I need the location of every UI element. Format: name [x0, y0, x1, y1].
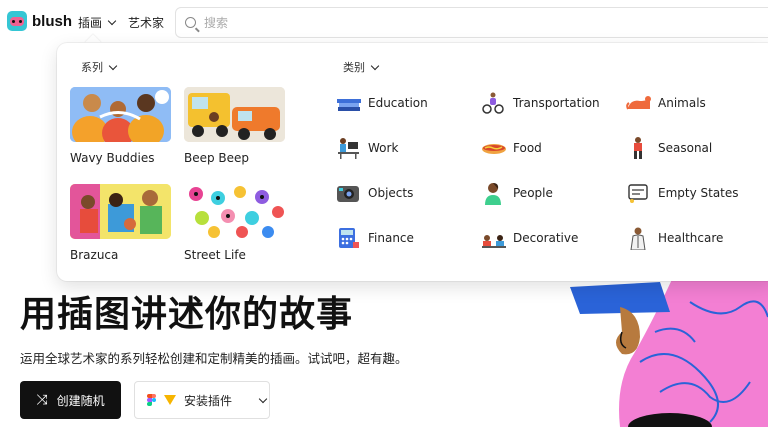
hero-illustration	[560, 262, 768, 427]
series-name: Street Life	[184, 248, 246, 262]
series-card-street-life[interactable]: Street Life	[184, 184, 286, 262]
hero-title: 用插图讲述你的故事	[20, 294, 354, 335]
category-heading[interactable]: 类别	[343, 59, 380, 75]
nav-artists-label: 艺术家	[128, 16, 165, 30]
install-plugin-button[interactable]: 安装插件	[134, 381, 270, 419]
empty-state-icon	[626, 181, 650, 205]
brand-logo[interactable]: blush	[7, 11, 72, 31]
category-empty-states[interactable]: Empty States	[626, 180, 739, 206]
category-transportation[interactable]: Transportation	[481, 90, 600, 116]
series-thumbnail	[70, 87, 171, 142]
category-label: Seasonal	[658, 141, 713, 155]
category-work[interactable]: Work	[336, 135, 398, 161]
chevron-down-icon	[108, 61, 118, 70]
series-name: Beep Beep	[184, 151, 250, 165]
series-card-wavy-buddies[interactable]: Wavy Buddies	[70, 87, 172, 165]
category-label: Finance	[368, 231, 414, 245]
category-label: Transportation	[513, 96, 600, 110]
category-label: Empty States	[658, 186, 739, 200]
illustrations-dropdown: 系列 类别 Wavy Buddies Beep Beep Brazuca Str…	[57, 43, 768, 281]
bicycle-rider-icon	[481, 91, 505, 115]
create-random-button[interactable]: ⤨ 创建随机	[20, 381, 121, 419]
series-thumbnail	[70, 184, 171, 239]
nav-artists[interactable]: 艺术家	[128, 14, 164, 31]
calculator-icon	[336, 226, 360, 250]
books-icon	[336, 91, 361, 115]
search-bar[interactable]	[175, 7, 768, 38]
category-healthcare[interactable]: Healthcare	[626, 225, 723, 251]
category-seasonal[interactable]: Seasonal	[626, 135, 712, 161]
shuffle-icon: ⤨	[36, 392, 48, 408]
search-icon	[185, 17, 196, 28]
animal-icon	[626, 91, 651, 115]
search-input[interactable]	[204, 15, 704, 30]
figma-icon	[147, 393, 156, 407]
person-icon	[481, 181, 505, 205]
category-label: Food	[513, 141, 542, 155]
camera-icon	[336, 181, 360, 205]
install-plugin-label: 安装插件	[184, 393, 233, 408]
nav-illustrations-label: 插画	[78, 16, 103, 30]
series-thumbnail	[184, 87, 285, 142]
category-label: Education	[368, 96, 428, 110]
category-label: People	[513, 186, 553, 200]
top-bar: blush 插画 艺术家	[0, 0, 768, 44]
category-food[interactable]: Food	[481, 135, 542, 161]
series-heading-label: 系列	[81, 61, 103, 74]
series-card-brazuca[interactable]: Brazuca	[70, 184, 172, 262]
series-name: Wavy Buddies	[70, 151, 155, 165]
series-card-beep-beep[interactable]: Beep Beep	[184, 87, 286, 165]
chevron-down-icon[interactable]	[258, 394, 268, 403]
series-heading[interactable]: 系列	[81, 59, 118, 75]
category-decorative[interactable]: Decorative	[481, 225, 578, 251]
category-heading-label: 类别	[343, 61, 365, 74]
hotdog-icon	[481, 136, 506, 160]
category-label: Decorative	[513, 231, 579, 245]
seasonal-person-icon	[626, 136, 650, 160]
chevron-down-icon	[370, 61, 380, 70]
category-animals[interactable]: Animals	[626, 90, 706, 116]
category-objects[interactable]: Objects	[336, 180, 413, 206]
hero-subtitle: 运用全球艺术家的系列轻松创建和定制精美的插画。试试吧，超有趣。	[20, 351, 408, 366]
chevron-down-icon	[107, 16, 117, 26]
desk-worker-icon	[336, 136, 360, 160]
create-random-label: 创建随机	[56, 393, 105, 408]
category-finance[interactable]: Finance	[336, 225, 414, 251]
series-name: Brazuca	[70, 248, 119, 262]
brand-name: blush	[32, 12, 72, 30]
blush-logo-icon	[7, 11, 27, 31]
category-label: Objects	[368, 186, 414, 200]
decorative-icon	[481, 226, 506, 250]
sketch-icon	[164, 395, 176, 405]
category-label: Healthcare	[658, 231, 724, 245]
category-people[interactable]: People	[481, 180, 553, 206]
series-thumbnail	[184, 184, 285, 239]
doctor-icon	[626, 226, 650, 251]
category-label: Work	[368, 141, 399, 155]
category-education[interactable]: Education	[336, 90, 428, 116]
category-label: Animals	[658, 96, 706, 110]
nav-illustrations[interactable]: 插画	[78, 14, 117, 31]
